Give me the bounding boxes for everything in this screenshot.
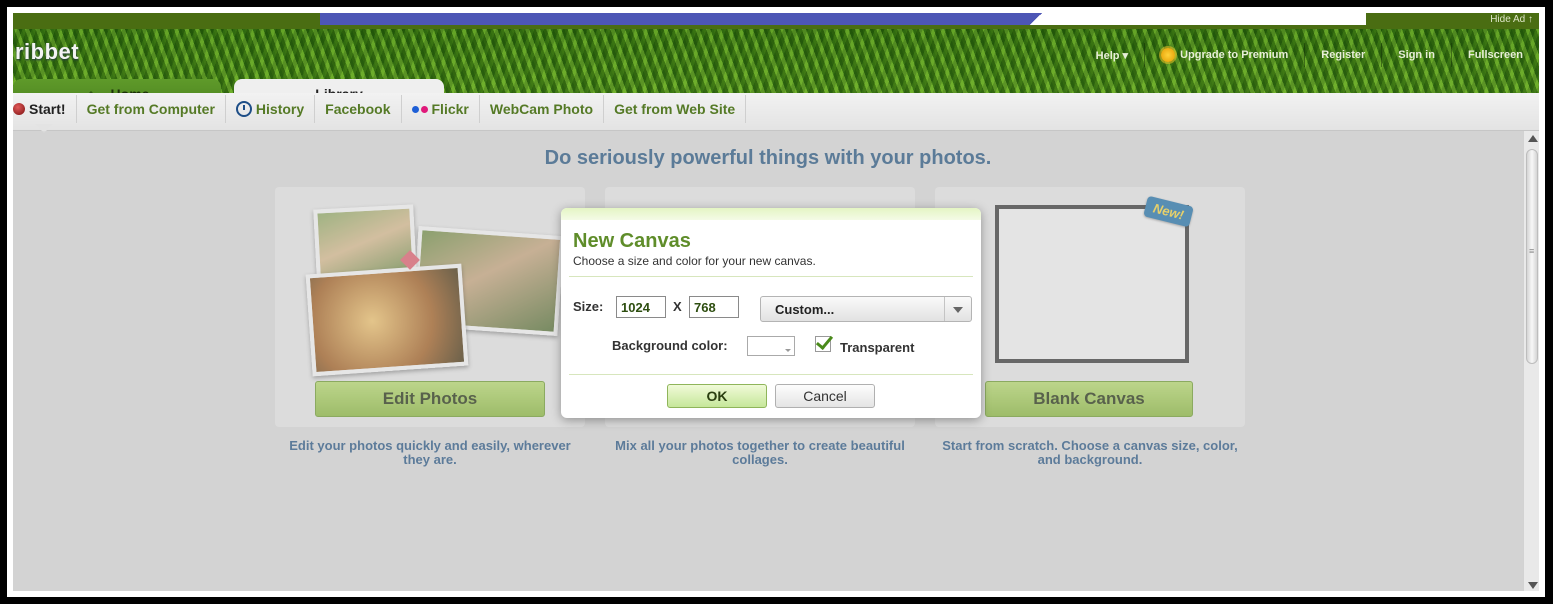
- canvas-height-input[interactable]: [689, 296, 739, 318]
- divider: [569, 276, 973, 277]
- cancel-button[interactable]: Cancel: [775, 384, 875, 408]
- upgrade-premium-link[interactable]: Upgrade to Premium: [1144, 43, 1304, 67]
- size-x-label: X: [673, 299, 682, 314]
- dialog-subtitle: Choose a size and color for your new can…: [573, 254, 816, 268]
- background-color-label: Background color:: [612, 338, 728, 353]
- new-canvas-dialog: New Canvas Choose a size and color for y…: [561, 208, 981, 418]
- ok-button[interactable]: OK: [667, 384, 767, 408]
- register-label: Register: [1321, 49, 1366, 61]
- clock-icon: [235, 101, 252, 117]
- fullscreen-label: Fullscreen: [1467, 49, 1523, 61]
- subnav-label: Flickr: [431, 101, 469, 117]
- subnav-get-from-computer[interactable]: Get from Computer: [77, 95, 226, 123]
- transparent-label: Transparent: [840, 340, 915, 355]
- screenshot-frame: Hide Ad ↑ ribbet Help ▾ Upgrade to Premi…: [7, 7, 1545, 597]
- scroll-thumb[interactable]: [1526, 149, 1538, 364]
- transparent-checkbox[interactable]: [815, 336, 831, 352]
- scroll-down-icon[interactable]: [1528, 582, 1538, 589]
- dialog-title: New Canvas: [573, 230, 691, 252]
- subnav-get-from-web-site[interactable]: Get from Web Site: [604, 95, 747, 123]
- subnav-label: Get from Web Site: [614, 101, 736, 117]
- subnav-webcam-photo[interactable]: WebCam Photo: [480, 95, 605, 123]
- canvas-width-input[interactable]: [616, 296, 666, 318]
- dialog-header-bar: [561, 208, 981, 220]
- hide-ad-link[interactable]: Hide Ad ↑: [1490, 14, 1533, 25]
- register-link[interactable]: Register: [1304, 43, 1381, 67]
- size-label: Size:: [573, 299, 604, 314]
- upgrade-label: Upgrade to Premium: [1180, 49, 1289, 61]
- subnav-start-label: Start!: [29, 101, 66, 117]
- red-ball-icon: [13, 103, 25, 115]
- ad-banner[interactable]: [320, 13, 1046, 25]
- subnav-label: Facebook: [325, 101, 391, 117]
- header: ribbet Help ▾ Upgrade to Premium Registe…: [13, 29, 1539, 109]
- vertical-scrollbar[interactable]: [1523, 131, 1539, 591]
- subnav-label: History: [255, 101, 305, 117]
- sun-icon: [1161, 48, 1176, 62]
- divider: [569, 374, 973, 375]
- fullscreen-link[interactable]: Fullscreen: [1450, 43, 1539, 67]
- ad-area: [1046, 13, 1366, 25]
- subnav-start[interactable]: Start!: [13, 95, 77, 133]
- library-subnav: Start! Get from Computer History Faceboo…: [13, 93, 1539, 133]
- flickr-dots-icon: [411, 105, 428, 113]
- size-preset-select[interactable]: Custom...: [760, 296, 972, 322]
- size-preset-value: Custom...: [775, 301, 835, 317]
- dropdown-arrow-icon: [944, 297, 971, 321]
- ribbet-app: Hide Ad ↑ ribbet Help ▾ Upgrade to Premi…: [13, 13, 1539, 591]
- ad-strip: Hide Ad ↑: [13, 13, 1539, 29]
- scroll-up-icon[interactable]: [1528, 135, 1538, 142]
- subnav-label: Get from Computer: [86, 101, 215, 117]
- subnav-flickr[interactable]: Flickr: [402, 95, 480, 123]
- help-label: Help ▾: [1095, 49, 1129, 62]
- ribbet-logo[interactable]: ribbet: [15, 39, 79, 65]
- background-color-swatch[interactable]: [747, 336, 795, 356]
- subnav-label: WebCam Photo: [489, 101, 594, 117]
- help-menu[interactable]: Help ▾: [1080, 43, 1144, 67]
- sign-in-label: Sign in: [1398, 49, 1435, 61]
- subnav-facebook[interactable]: Facebook: [315, 95, 402, 123]
- top-nav: Help ▾ Upgrade to Premium Register Sign …: [1080, 43, 1539, 67]
- subnav-history[interactable]: History: [226, 95, 316, 123]
- sign-in-link[interactable]: Sign in: [1381, 43, 1451, 67]
